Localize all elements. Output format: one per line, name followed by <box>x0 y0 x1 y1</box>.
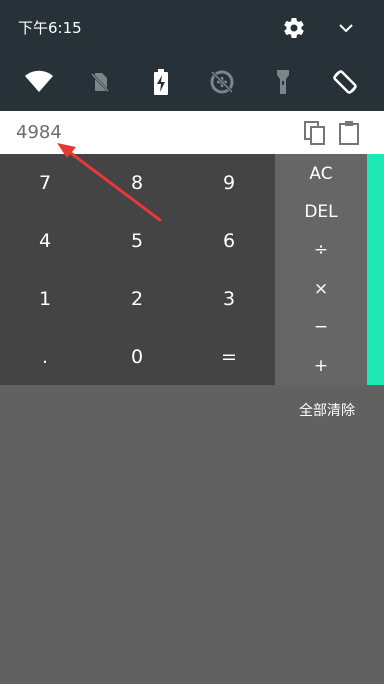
data-saver-off-icon[interactable] <box>202 62 242 102</box>
advanced-panel-handle[interactable] <box>367 154 384 385</box>
chevron-down-icon[interactable] <box>334 16 358 40</box>
key-ac[interactable]: AC <box>275 155 367 193</box>
key-6[interactable]: 6 <box>184 212 274 269</box>
display-value[interactable]: 4984 <box>16 122 62 144</box>
number-pad: 7 8 9 4 5 6 1 2 3 . 0 = <box>0 154 275 385</box>
key-3[interactable]: 3 <box>184 270 274 327</box>
calculator-display: 4984 <box>0 111 384 154</box>
key-del[interactable]: DEL <box>275 193 367 231</box>
status-time: 下午6:15 <box>18 19 82 37</box>
clipboard-icon[interactable] <box>336 119 362 147</box>
key-0[interactable]: 0 <box>92 328 182 385</box>
key-4[interactable]: 4 <box>0 212 90 269</box>
quick-settings-shade: 下午6:15 <box>0 0 384 111</box>
operator-pad: AC DEL ÷ × − + <box>275 154 367 385</box>
key-7[interactable]: 7 <box>0 154 90 211</box>
clear-all-button[interactable]: 全部清除 <box>299 402 355 420</box>
flashlight-icon[interactable] <box>263 62 303 102</box>
quick-tiles-row <box>0 62 384 102</box>
copy-icon[interactable] <box>302 119 328 147</box>
key-equals[interactable]: = <box>184 328 274 385</box>
key-multiply[interactable]: × <box>275 270 367 308</box>
key-9[interactable]: 9 <box>184 154 274 211</box>
wifi-icon[interactable] <box>19 62 59 102</box>
gear-icon[interactable] <box>282 16 306 40</box>
key-8[interactable]: 8 <box>92 154 182 211</box>
key-divide[interactable]: ÷ <box>275 231 367 269</box>
key-decimal[interactable]: . <box>0 328 90 385</box>
auto-rotate-icon[interactable] <box>325 62 365 102</box>
key-add[interactable]: + <box>275 347 367 385</box>
key-subtract[interactable]: − <box>275 308 367 346</box>
battery-charging-icon[interactable] <box>141 62 181 102</box>
key-5[interactable]: 5 <box>92 212 182 269</box>
no-sim-icon[interactable] <box>80 62 120 102</box>
key-2[interactable]: 2 <box>92 270 182 327</box>
key-1[interactable]: 1 <box>0 270 90 327</box>
